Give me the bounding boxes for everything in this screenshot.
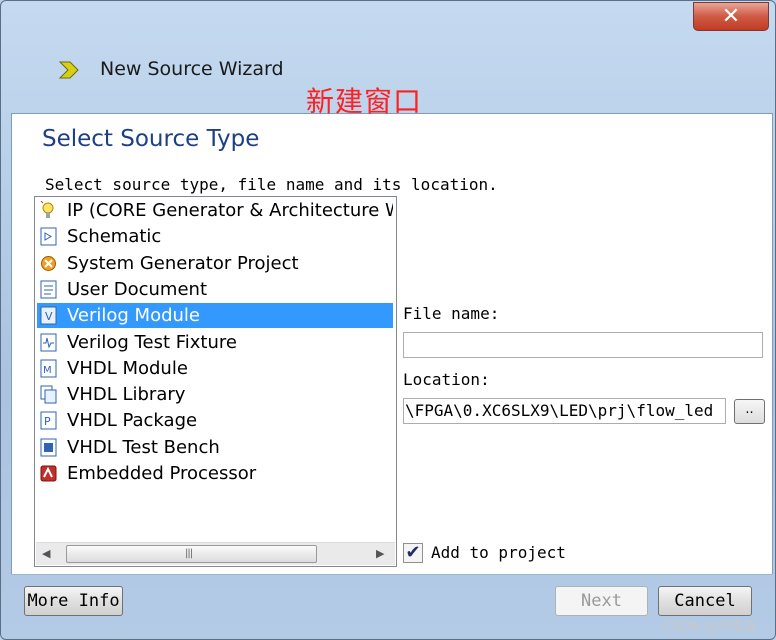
window-title: New Source Wizard: [100, 58, 284, 80]
file-name-input[interactable]: [403, 332, 763, 358]
location-label: Location:: [403, 370, 490, 389]
list-item[interactable]: M VHDL Module: [37, 356, 393, 381]
list-item[interactable]: User Document: [37, 277, 393, 302]
svg-text:P: P: [44, 415, 51, 428]
list-item[interactable]: Verilog Test Fixture: [37, 330, 393, 355]
wizard-arrow-icon: [58, 61, 79, 79]
list-item[interactable]: VHDL Test Bench: [37, 435, 393, 460]
vhdl-module-icon: M: [40, 359, 57, 378]
more-info-button[interactable]: More Info: [24, 586, 123, 616]
list-item-label: VHDL Test Bench: [67, 436, 220, 458]
list-item[interactable]: P VHDL Package: [37, 408, 393, 433]
list-item[interactable]: Embedded Processor: [37, 461, 393, 486]
add-to-project-label: Add to project: [431, 543, 566, 562]
schematic-icon: [40, 227, 57, 246]
system-generator-icon: [40, 254, 57, 273]
grip-icon: |||: [185, 548, 193, 559]
annotation-text: 新建窗口: [306, 85, 423, 118]
list-item-label: User Document: [67, 278, 208, 300]
user-document-icon: [40, 280, 57, 299]
vhdl-package-icon: P: [40, 411, 57, 430]
source-type-list[interactable]: Embedded Processor VHDL Test Bench P VHDL P…: [34, 196, 397, 567]
list-item-label: Embedded Processor: [67, 463, 257, 484]
list-item-label: VHDL Package: [67, 410, 198, 432]
svg-text:V: V: [45, 310, 53, 323]
list-item[interactable]: System Generator Project: [37, 251, 393, 276]
list-item-label: System Generator Project: [67, 252, 299, 274]
horizontal-scrollbar[interactable]: ◀ ||| ▶: [36, 542, 395, 565]
add-to-project-checkbox[interactable]: ✔: [403, 543, 423, 563]
list-item-label: Schematic: [67, 226, 162, 248]
vhdl-test-bench-icon: [40, 438, 57, 457]
vhdl-library-icon: [40, 385, 57, 404]
scroll-left-icon[interactable]: ◀: [42, 547, 50, 560]
list-item-label: Verilog Test Fixture: [67, 331, 237, 353]
svg-text:M: M: [43, 365, 52, 376]
verilog-module-icon: V: [40, 306, 57, 325]
next-button[interactable]: Next: [555, 586, 648, 616]
footer-divider: [11, 574, 773, 575]
watermark: CSDN @仲南音: [663, 620, 757, 635]
list-item[interactable]: IP (CORE Generator & Architecture Wizard…: [37, 198, 393, 223]
list-item-label: IP (CORE Generator & Architecture Wizard…: [67, 200, 393, 221]
page-title: Select Source Type: [42, 126, 260, 152]
list-item[interactable]: Schematic: [37, 224, 393, 249]
location-input[interactable]: \FPGA\0.XC6SLX9\LED\prj\flow_led: [403, 398, 726, 424]
scroll-right-icon[interactable]: ▶: [376, 547, 384, 560]
embedded-processor-icon: [40, 464, 57, 483]
verilog-test-fixture-icon: [40, 333, 57, 352]
instruction-text: Select source type, file name and its lo…: [45, 175, 498, 194]
close-button[interactable]: ✕: [693, 2, 769, 31]
list-item-label: VHDL Library: [67, 384, 186, 406]
file-name-label: File name:: [403, 304, 500, 323]
browse-button[interactable]: ..: [734, 399, 765, 424]
scrollbar-thumb[interactable]: |||: [66, 545, 317, 563]
list-item[interactable]: V Verilog Module: [37, 303, 393, 329]
list-item[interactable]: VHDL Library: [37, 382, 393, 407]
list-item-label: VHDL Module: [67, 357, 188, 379]
cancel-button[interactable]: Cancel: [658, 586, 752, 616]
ip-core-icon: [40, 200, 57, 220]
list-item-label: Verilog Module: [67, 305, 201, 327]
